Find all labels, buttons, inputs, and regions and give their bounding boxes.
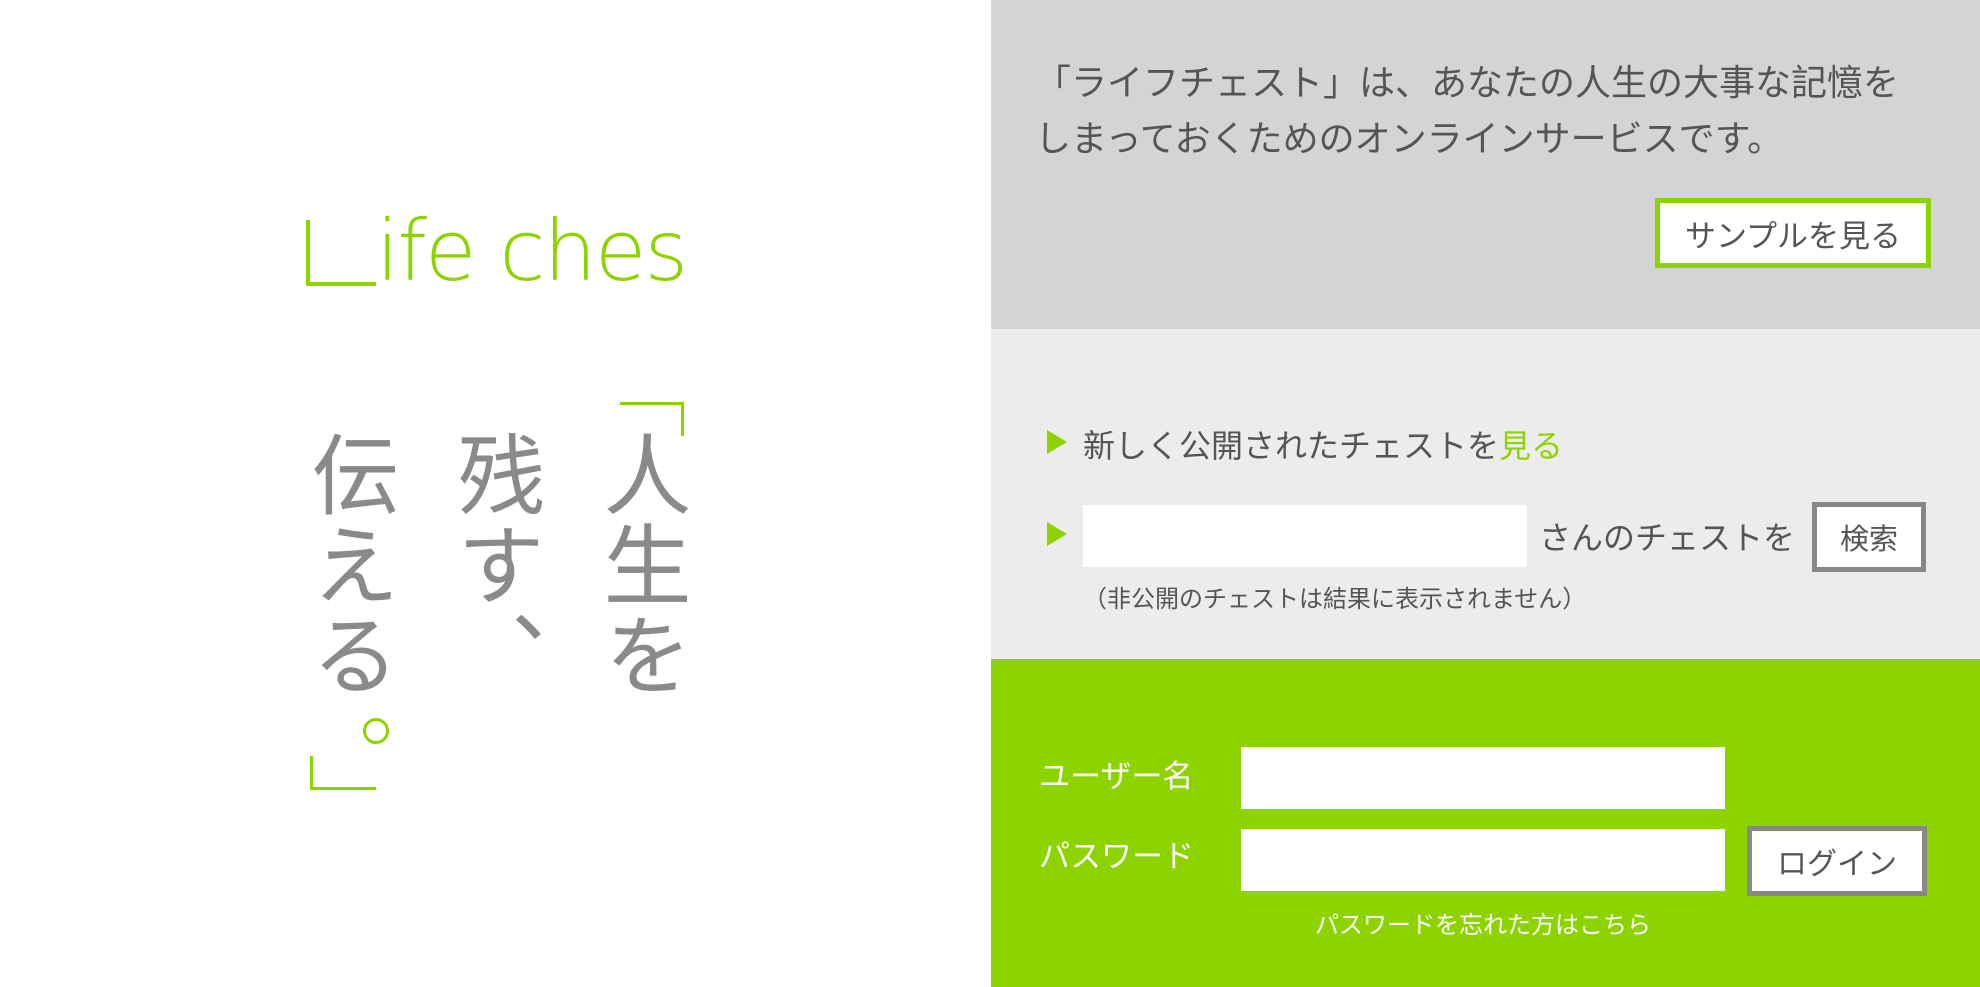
user-search-input[interactable] xyxy=(1083,505,1527,567)
tagline-column-2: 残す、 xyxy=(443,430,546,700)
tagline-close-bracket xyxy=(310,756,376,790)
username-input[interactable] xyxy=(1241,747,1725,809)
intro-line-1: 「ライフチェスト」は、あなたの人生の大事な記憶を xyxy=(1035,63,1900,104)
login-button[interactable]: ログイン xyxy=(1747,826,1927,896)
search-section: 新しく公開されたチェストを見る さんのチェストを 検索 （非公開のチェストは結果… xyxy=(991,329,1980,659)
view-sample-button[interactable]: サンプルを見る xyxy=(1655,198,1931,268)
tagline-column-3: 伝える xyxy=(297,430,400,700)
life-chest-logo: ife chest xyxy=(306,196,686,288)
password-input[interactable] xyxy=(1241,829,1725,891)
triangle-bullet-icon xyxy=(1047,522,1067,546)
left-panel: ife chest 人生を 残す、 伝える xyxy=(0,0,991,987)
new-chests-row: 新しく公開されたチェストを見る xyxy=(1083,421,1563,467)
right-panel: 「ライフチェスト」は、あなたの人生の大事な記憶を しまっておくためのオンラインサ… xyxy=(991,0,1980,987)
intro-line-2: しまっておくためのオンラインサービスです。 xyxy=(1035,119,1784,160)
search-button[interactable]: 検索 xyxy=(1812,502,1926,572)
username-label: ユーザー名 xyxy=(1039,759,1194,795)
intro-text: 「ライフチェスト」は、あなたの人生の大事な記憶を しまっておくためのオンラインサ… xyxy=(1035,56,1935,168)
password-label: パスワード xyxy=(1039,839,1194,875)
search-suffix-text: さんのチェストを xyxy=(1539,519,1796,557)
logo-mark: ife chest xyxy=(306,202,686,288)
login-section: ユーザー名 パスワード ログイン パスワードを忘れた方はこちら xyxy=(991,659,1980,987)
view-new-chests-link[interactable]: 見る xyxy=(1499,427,1563,465)
triangle-bullet-icon xyxy=(1047,430,1067,454)
forgot-password-link[interactable]: パスワードを忘れた方はこちら xyxy=(1315,905,1651,940)
new-chests-text: 新しく公開されたチェストを xyxy=(1083,427,1500,465)
logo-text: ife chest xyxy=(376,202,686,288)
intro-section: 「ライフチェスト」は、あなたの人生の大事な記憶を しまっておくためのオンラインサ… xyxy=(991,0,1980,329)
tagline-period-mark xyxy=(363,718,389,744)
search-note: （非公開のチェストは結果に表示されません） xyxy=(1083,585,1587,613)
tagline-column-1: 人生を xyxy=(589,430,692,700)
